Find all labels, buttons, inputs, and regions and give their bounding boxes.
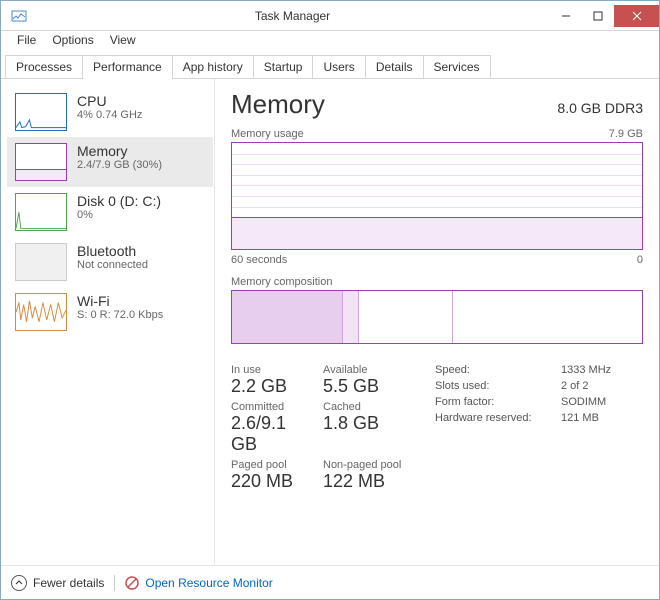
titlebar: Task Manager — [1, 1, 659, 31]
stat-label: Non-paged pool — [323, 459, 411, 471]
sidebar-item-memory[interactable]: Memory 2.4/7.9 GB (30%) — [7, 137, 213, 187]
sidebar-item-sub: 4% 0.74 GHz — [77, 109, 142, 121]
sidebar-item-cpu[interactable]: CPU 4% 0.74 GHz — [7, 87, 213, 137]
sidebar-item-title: Disk 0 (D: C:) — [77, 193, 161, 209]
tab-performance[interactable]: Performance — [82, 55, 173, 79]
comp-standby — [359, 291, 453, 343]
sidebar-item-title: Memory — [77, 143, 162, 159]
menu-options[interactable]: Options — [44, 31, 101, 53]
stat-label: Paged pool — [231, 459, 311, 471]
tab-app-history[interactable]: App history — [172, 55, 254, 78]
resource-monitor-label: Open Resource Monitor — [145, 576, 272, 590]
sidebar-item-disk[interactable]: Disk 0 (D: C:) 0% — [7, 187, 213, 237]
composition-label: Memory composition — [231, 276, 643, 288]
stats-right: Speed: 1333 MHz Slots used: 2 of 2 Form fa… — [435, 364, 631, 492]
stat-value: 1333 MHz — [561, 364, 631, 376]
chart-axis: 60 seconds 0 — [231, 254, 643, 266]
sidebar: CPU 4% 0.74 GHz Memory 2.4/7.9 GB (30%) … — [1, 79, 215, 565]
footer: Fewer details Open Resource Monitor — [1, 565, 659, 599]
stat-value: 121 MB — [561, 412, 631, 424]
stat-label: Slots used: — [435, 380, 555, 392]
memory-thumb — [15, 143, 67, 181]
window-controls — [550, 5, 659, 27]
usage-chart-label: Memory usage 7.9 GB — [231, 128, 643, 140]
tabstrip: Processes Performance App history Startu… — [1, 53, 659, 79]
stat-label: Cached — [323, 401, 411, 413]
fewer-details-button[interactable]: Fewer details — [11, 575, 104, 591]
chevron-up-icon — [11, 575, 27, 591]
stat-value: 2.2 GB — [231, 376, 311, 397]
sidebar-item-sub: 0% — [77, 209, 161, 221]
page-title: Memory — [231, 89, 325, 120]
sidebar-item-wifi[interactable]: Wi-Fi S: 0 R: 72.0 Kbps — [7, 287, 213, 337]
cpu-thumb — [15, 93, 67, 131]
stat-label: Committed — [231, 401, 311, 413]
stat-value: 220 MB — [231, 471, 311, 492]
tab-services[interactable]: Services — [423, 55, 491, 78]
stat-label: Hardware reserved: — [435, 412, 555, 424]
sidebar-item-bluetooth[interactable]: Bluetooth Not connected — [7, 237, 213, 287]
disk-thumb — [15, 193, 67, 231]
close-button[interactable] — [614, 5, 659, 27]
comp-inuse — [232, 291, 343, 343]
stat-value: 2 of 2 — [561, 380, 631, 392]
tab-startup[interactable]: Startup — [253, 55, 314, 78]
minimize-button[interactable] — [550, 5, 582, 27]
menubar: File Options View — [1, 31, 659, 53]
axis-right: 0 — [637, 254, 643, 266]
axis-left: 60 seconds — [231, 254, 287, 266]
sidebar-item-title: Bluetooth — [77, 243, 148, 259]
stats: In use2.2 GB Available5.5 GB Committed2.… — [231, 364, 643, 492]
stat-value: SODIMM — [561, 396, 631, 408]
sidebar-item-title: CPU — [77, 93, 142, 109]
stat-value: 122 MB — [323, 471, 411, 492]
stat-value: 2.6/9.1 GB — [231, 413, 311, 455]
main-header: Memory 8.0 GB DDR3 — [231, 89, 643, 120]
divider — [114, 575, 115, 591]
resource-monitor-icon — [125, 576, 139, 590]
stats-left: In use2.2 GB Available5.5 GB Committed2.… — [231, 364, 411, 492]
sidebar-item-sub: S: 0 R: 72.0 Kbps — [77, 309, 163, 321]
stat-label: Speed: — [435, 364, 555, 376]
maximize-button[interactable] — [582, 5, 614, 27]
main-panel: Memory 8.0 GB DDR3 Memory usage 7.9 GB 6… — [225, 79, 659, 565]
menu-view[interactable]: View — [102, 31, 144, 53]
sidebar-item-title: Wi-Fi — [77, 293, 163, 309]
usage-label: Memory usage — [231, 128, 304, 140]
memory-composition-chart — [231, 290, 643, 344]
app-icon — [11, 8, 27, 24]
comp-modified — [343, 291, 359, 343]
memory-usage-chart — [231, 142, 643, 250]
wifi-thumb — [15, 293, 67, 331]
sidebar-item-sub: Not connected — [77, 259, 148, 271]
stat-value: 5.5 GB — [323, 376, 411, 397]
menu-file[interactable]: File — [9, 31, 44, 53]
sidebar-item-sub: 2.4/7.9 GB (30%) — [77, 159, 162, 171]
tab-users[interactable]: Users — [312, 55, 365, 78]
stat-value: 1.8 GB — [323, 413, 411, 434]
memory-spec: 8.0 GB DDR3 — [557, 100, 643, 116]
tab-processes[interactable]: Processes — [5, 55, 83, 78]
usage-max: 7.9 GB — [609, 128, 643, 140]
comp-free — [453, 291, 642, 343]
open-resource-monitor-link[interactable]: Open Resource Monitor — [125, 576, 272, 590]
fewer-details-label: Fewer details — [33, 576, 104, 590]
content: CPU 4% 0.74 GHz Memory 2.4/7.9 GB (30%) … — [1, 79, 659, 565]
stat-label: Form factor: — [435, 396, 555, 408]
bluetooth-thumb — [15, 243, 67, 281]
stat-label: In use — [231, 364, 311, 376]
stat-label: Available — [323, 364, 411, 376]
window-title: Task Manager — [35, 9, 550, 23]
tab-details[interactable]: Details — [365, 55, 424, 78]
